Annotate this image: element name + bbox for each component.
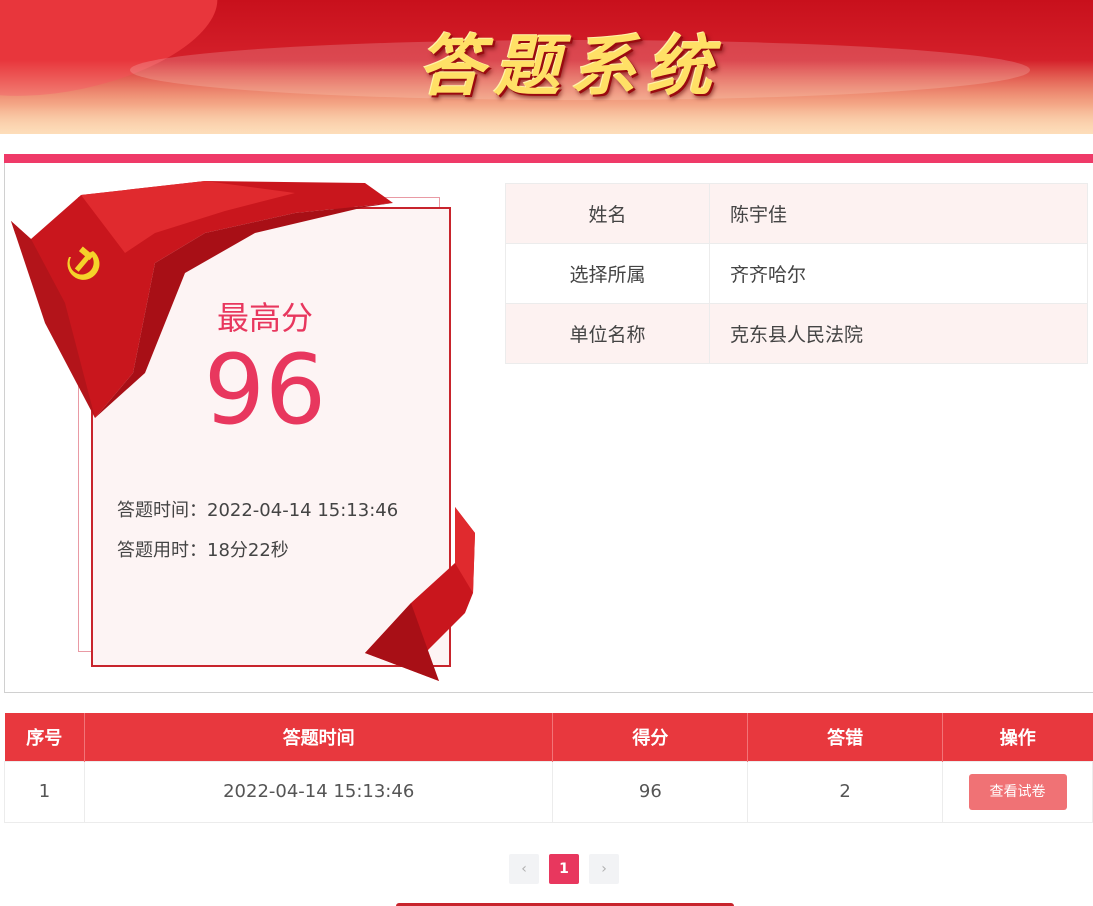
cell-time: 2022-04-14 15:13:46 <box>83 760 554 823</box>
next-page-button[interactable]: › <box>589 854 619 884</box>
profile-value: 克东县人民法院 <box>709 303 1088 364</box>
table-row: 1 2022-04-14 15:13:46 96 2 查看试卷 <box>4 760 1093 823</box>
cell-index: 1 <box>4 760 85 823</box>
column-header-score: 得分 <box>552 713 749 761</box>
section-accent-line <box>4 154 1093 163</box>
records-table: 序号 答题时间 得分 答错 操作 1 2022-04-14 15:13:46 9… <box>4 713 1093 823</box>
flag-corner-decoration <box>365 507 475 681</box>
profile-row-name: 姓名 陈宇佳 <box>505 183 1088 244</box>
profile-value: 齐齐哈尔 <box>709 243 1088 304</box>
app-title: 答题系统 <box>418 27 722 105</box>
best-score-label: 最高分 <box>216 299 313 337</box>
column-header-index: 序号 <box>4 713 85 761</box>
cell-action: 查看试卷 <box>942 760 1093 823</box>
cell-wrong: 2 <box>747 760 944 823</box>
info-panel: 最高分 96 答题时间：2022-04-14 15:13:46 答题用时：18分… <box>4 163 1093 693</box>
column-header-wrong: 答错 <box>747 713 944 761</box>
profile-row-region: 选择所属 齐齐哈尔 <box>505 243 1088 304</box>
view-paper-button[interactable]: 查看试卷 <box>968 773 1067 810</box>
pagination: ‹ 1 › <box>509 854 619 884</box>
column-header-time: 答题时间 <box>84 713 554 761</box>
page-1-button[interactable]: 1 <box>549 854 579 884</box>
records-header-row: 序号 答题时间 得分 答错 操作 <box>4 713 1093 761</box>
profile-value: 陈宇佳 <box>709 183 1088 244</box>
best-score-value: 96 <box>203 334 327 446</box>
profile-key: 选择所属 <box>505 243 710 304</box>
column-header-action: 操作 <box>942 713 1093 761</box>
profile-table: 姓名 陈宇佳 选择所属 齐齐哈尔 单位名称 克东县人民法院 <box>505 183 1088 364</box>
profile-key: 姓名 <box>505 183 710 244</box>
profile-row-unit: 单位名称 克东县人民法院 <box>505 303 1088 364</box>
cell-score: 96 <box>552 760 749 823</box>
prev-page-button[interactable]: ‹ <box>509 854 539 884</box>
answer-time-text: 答题时间：2022-04-14 15:13:46 <box>117 500 399 521</box>
answer-duration-text: 答题用时：18分22秒 <box>117 540 289 561</box>
header-banner: 答题系统 <box>0 0 1093 134</box>
profile-key: 单位名称 <box>505 303 710 364</box>
